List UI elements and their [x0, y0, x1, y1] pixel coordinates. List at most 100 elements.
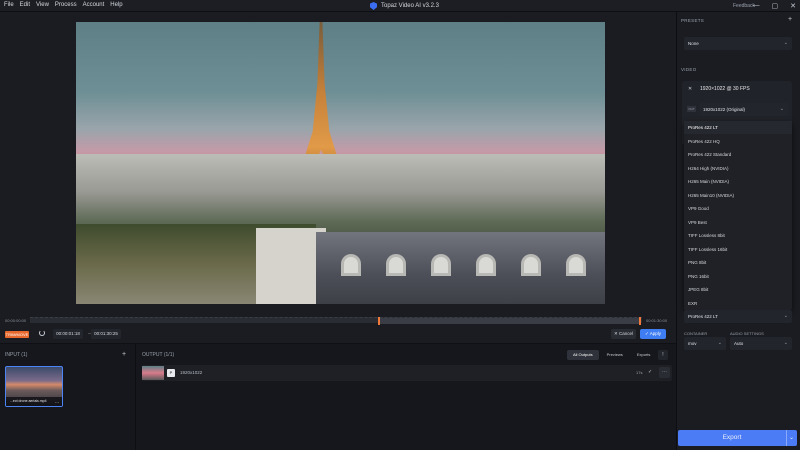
audio-value: Auto — [734, 341, 744, 346]
codec-select[interactable]: ProRes 422 LT ⌄ — [684, 310, 792, 323]
chevron-down-icon: ⌄ — [783, 40, 788, 46]
apply-button[interactable]: ✓ Apply — [640, 329, 666, 339]
title-bar: File Edit View Process Account Help Topa… — [0, 0, 800, 12]
output-header: OUTPUT (1/1) — [142, 352, 175, 358]
loop-icon[interactable] — [39, 330, 45, 336]
menu-edit[interactable]: Edit — [20, 2, 30, 8]
dropdown-item[interactable]: ProRes 422 HQ — [684, 135, 792, 148]
video-frame[interactable] — [76, 22, 605, 304]
dropdown-item[interactable]: H265 Main (NVIDIA) — [684, 175, 792, 188]
menu-view[interactable]: View — [36, 2, 49, 8]
minimize-icon[interactable]: — — [753, 2, 760, 10]
chevron-down-icon: ⌄ — [783, 340, 788, 346]
dropdown-item[interactable]: TIFF Lossless 8bit — [684, 229, 792, 242]
tab-previews[interactable]: Previews — [601, 350, 629, 360]
preset-select[interactable]: None ⌄ — [684, 37, 792, 50]
input-more-icon[interactable]: ⋯ — [55, 400, 59, 405]
resolution-value: 1920x1022 (Original) — [703, 107, 746, 112]
info-icon[interactable]: ! — [658, 350, 668, 360]
city-rooftops-image — [76, 154, 605, 304]
dormer-window — [341, 254, 361, 276]
output-thumbnail — [142, 366, 164, 380]
dropdown-item[interactable]: VP9 Best — [684, 216, 792, 229]
presets-label: PRESETS — [681, 18, 705, 23]
close-icon[interactable]: ✕ — [688, 86, 692, 92]
video-resolution-fps: 1920×1022 @ 30 FPS — [700, 86, 750, 92]
in-time-field[interactable]: 00:00:01:18 — [53, 329, 83, 339]
output-row[interactable]: P 1920x1022 17s ✓ ⋯ — [142, 365, 672, 381]
dropdown-item[interactable]: EXR — [684, 297, 792, 310]
export-divider — [786, 430, 787, 446]
preview-viewer — [0, 12, 676, 312]
output-tabs: All Outputs Previews Exports — [567, 350, 656, 360]
output-tag: OUT — [687, 106, 696, 112]
tab-all-outputs[interactable]: All Outputs — [567, 350, 599, 360]
dropdown-item[interactable]: H264 High (NVIDIA) — [684, 162, 792, 175]
chevron-down-icon: ⌄ — [779, 106, 784, 112]
export-label: Export — [722, 434, 742, 441]
playback-controls: TRIM/MOVE 00:00:01:18 — 00:01:30:25 ✕ Ca… — [0, 326, 676, 344]
input-panel: INPUT (1) + ...ect drone aerials.mp4 ⋯ — [0, 344, 136, 450]
add-preset-button[interactable]: + — [788, 16, 792, 23]
menu-bar: File Edit View Process Account Help — [4, 2, 123, 8]
preset-value: None — [688, 41, 699, 46]
timeline-track[interactable] — [30, 317, 642, 325]
codec-value: ProRes 422 LT — [688, 314, 718, 319]
audio-settings-label: AUDIO SETTINGS — [730, 331, 764, 336]
close-icon[interactable]: ✕ — [790, 2, 796, 10]
cancel-button[interactable]: ✕ Cancel — [611, 329, 636, 339]
chevron-down-icon: ⌄ — [717, 340, 722, 346]
menu-account[interactable]: Account — [83, 2, 105, 8]
add-input-button[interactable]: + — [122, 351, 126, 358]
container-label: CONTAINER — [684, 331, 708, 336]
output-panel: OUTPUT (1/1) All Outputs Previews Export… — [137, 344, 676, 450]
video-label: VIDEO — [681, 67, 697, 72]
menu-help[interactable]: Help — [110, 2, 122, 8]
menu-file[interactable]: File — [4, 2, 14, 8]
export-button[interactable]: Export ⌄ — [678, 430, 797, 446]
dropdown-item[interactable]: JPEG 8bit — [684, 283, 792, 296]
timeline: 00:00:00:00 00:01:30:00 — [0, 312, 676, 326]
dormer-window — [386, 254, 406, 276]
topaz-logo-icon — [370, 2, 377, 10]
preview-badge: P — [167, 369, 175, 377]
dropdown-item[interactable]: TIFF Lossless 16bit — [684, 243, 792, 256]
chevron-down-icon: ⌄ — [783, 313, 788, 319]
maximize-icon[interactable]: ▢ — [772, 2, 779, 10]
dormer-window — [521, 254, 541, 276]
tab-exports[interactable]: Exports — [631, 350, 657, 360]
dropdown-item[interactable]: ProRes 422 Standard — [684, 148, 792, 161]
dropdown-item[interactable]: VP9 Good — [684, 202, 792, 215]
dropdown-item[interactable]: PNG 16bit — [684, 270, 792, 283]
menu-process[interactable]: Process — [55, 2, 77, 8]
window-controls: — ▢ ✕ — [753, 2, 797, 10]
out-time-field[interactable]: 00:01:30:25 — [91, 329, 121, 339]
input-file-name: ...ect drone aerials.mp4 — [6, 397, 62, 406]
output-duration: 17s — [636, 370, 643, 375]
trim-in-handle[interactable] — [378, 317, 380, 325]
codec-dropdown-menu: ProRes 422 LT ProRes 422 HQ ProRes 422 S… — [684, 121, 792, 310]
dropdown-item[interactable]: PNG 8bit — [684, 256, 792, 269]
mansard-roof-image — [316, 232, 605, 304]
app-title-text: Topaz Video AI v3.2.3 — [381, 3, 439, 9]
check-icon: ✓ — [648, 369, 653, 375]
audio-select[interactable]: Auto ⌄ — [730, 337, 792, 350]
dormer-window — [431, 254, 451, 276]
app-title: Topaz Video AI v3.2.3 — [370, 2, 439, 10]
resolution-select[interactable]: 1920x1022 (Original) ⌄ — [699, 103, 788, 116]
trim-button[interactable]: TRIM/MOVE — [5, 331, 29, 338]
timeline-end-time: 00:01:30:00 — [646, 318, 668, 323]
dropdown-item[interactable]: ProRes 422 LT — [684, 121, 792, 134]
container-value: mov — [688, 341, 697, 346]
dormer-window — [476, 254, 496, 276]
output-more-button[interactable]: ⋯ — [659, 367, 670, 378]
trim-out-handle[interactable] — [639, 317, 641, 325]
output-resolution: 1920x1022 — [180, 370, 203, 375]
container-select[interactable]: mov ⌄ — [684, 337, 726, 350]
input-header: INPUT (1) — [5, 352, 28, 358]
timeline-selection[interactable] — [378, 318, 640, 324]
dropdown-item[interactable]: H265 Main10 (NVIDIA) — [684, 189, 792, 202]
input-file-thumbnail[interactable]: ...ect drone aerials.mp4 ⋯ — [5, 366, 63, 407]
timeline-start-time: 00:00:00:00 — [5, 318, 27, 323]
chevron-down-icon[interactable]: ⌄ — [789, 434, 794, 441]
